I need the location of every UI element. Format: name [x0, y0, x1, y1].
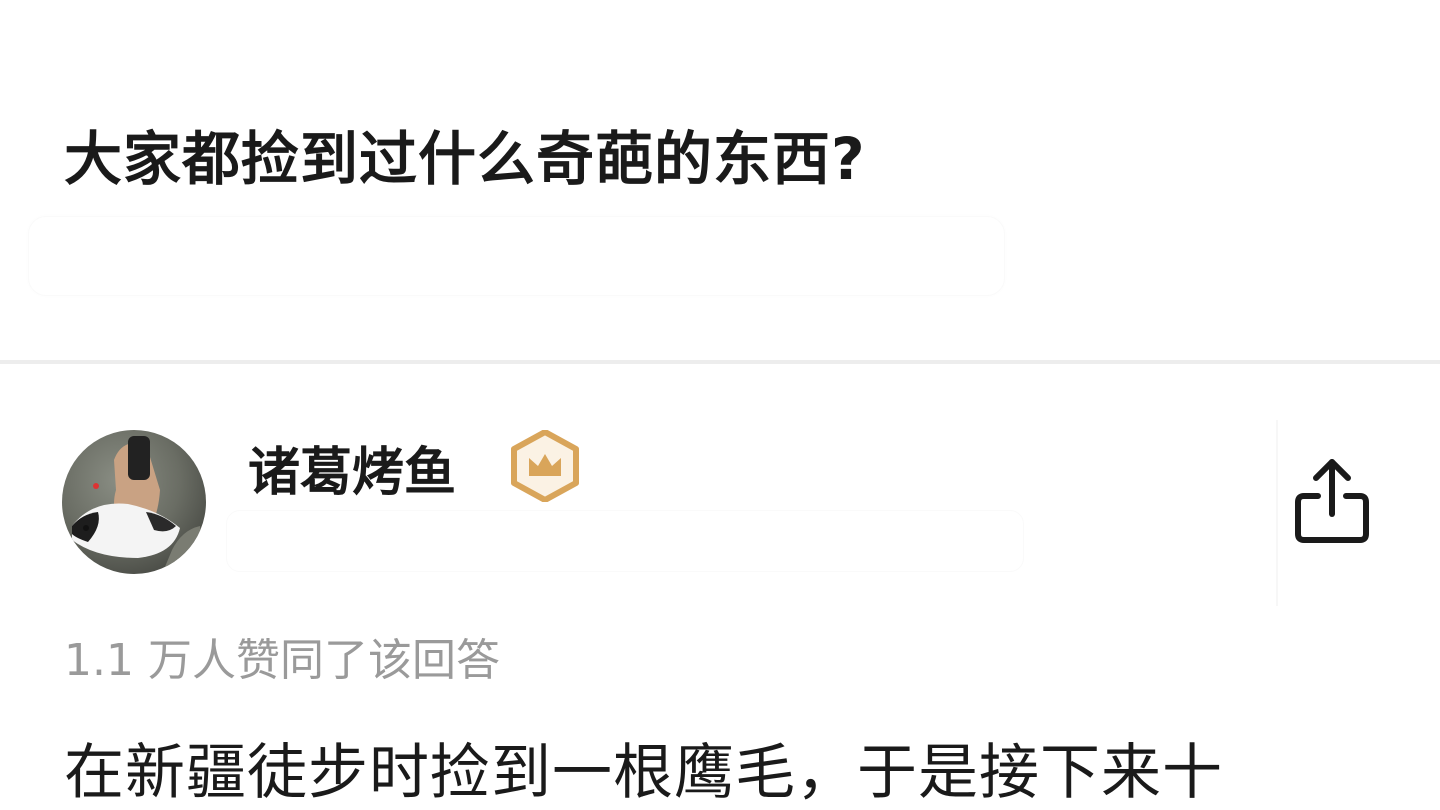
- crown-badge-icon: [510, 429, 580, 503]
- answer-inline-link[interactable]: 于是接下来十: [857, 738, 1223, 810]
- answer-text-plain: 在新疆徒步时捡到一根鹰毛，: [64, 738, 857, 808]
- author-bio-placeholder: [226, 510, 1024, 572]
- answer-page: 大家都捡到过什么奇葩的东西? 诸葛烤鱼 1.1 万人赞同了该回答 在新疆徒步时捡…: [0, 0, 1440, 810]
- question-subtitle-placeholder: [28, 216, 1005, 296]
- share-icon: [1295, 459, 1369, 543]
- section-divider: [0, 360, 1440, 364]
- question-title[interactable]: 大家都捡到过什么奇葩的东西?: [64, 112, 866, 196]
- author-avatar[interactable]: [62, 430, 206, 574]
- avatar-photo: [62, 430, 206, 574]
- author-name[interactable]: 诸葛烤鱼: [248, 430, 456, 505]
- share-button[interactable]: [1294, 456, 1370, 546]
- vote-count-text: 1.1 万人赞同了该回答: [64, 635, 500, 686]
- header-separator: [1276, 420, 1278, 606]
- answer-body[interactable]: 在新疆徒步时捡到一根鹰毛，于是接下来十: [64, 724, 1223, 810]
